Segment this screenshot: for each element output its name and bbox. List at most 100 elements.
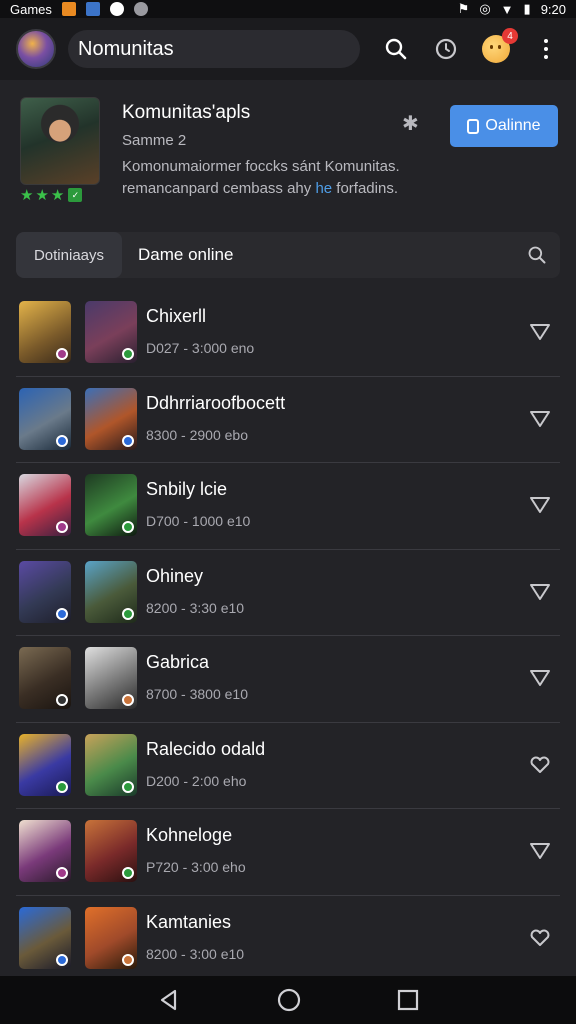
game-thumbnail[interactable] [19, 820, 71, 882]
game-thumbnail[interactable] [19, 474, 71, 536]
list-item-title: Ralecido odald [146, 738, 266, 759]
platform-badge-icon [56, 780, 68, 793]
list-item[interactable]: Chixerll D027 - 3:000 eno [16, 290, 560, 377]
status-bar: Games ⚑ ◎ ▼ ▮ 9:20 [0, 0, 576, 18]
list-item-title: Ohiney [146, 565, 204, 586]
recents-icon[interactable] [397, 989, 419, 1011]
back-icon[interactable] [157, 988, 181, 1012]
community-subtitle: Samme 2 [122, 132, 187, 149]
game-thumbnail[interactable] [85, 474, 137, 536]
community-title: Komunitas'apls [122, 102, 251, 123]
battery-icon: ▮ [523, 1, 531, 16]
star-icon: ★ [20, 187, 34, 204]
list-item[interactable]: Ralecido odald D200 - 2:00 eho [16, 723, 560, 809]
chevron-down-icon[interactable] [528, 841, 552, 861]
notification-app-icon [133, 2, 148, 16]
game-thumbnail[interactable] [19, 301, 71, 363]
more-dot-icon [544, 47, 548, 51]
history-icon [435, 38, 457, 60]
game-thumbnail[interactable] [85, 647, 137, 709]
platform-badge-icon [56, 867, 68, 879]
platform-badge-icon [56, 348, 68, 360]
description-line: Komonumaiormer foccks sánt Komunitas. [122, 158, 400, 175]
platform-badge-icon [122, 780, 134, 793]
app-avatar[interactable] [16, 29, 56, 69]
online-button[interactable]: Oalinne [450, 105, 558, 147]
platform-badge-icon [56, 953, 68, 966]
chevron-down-icon[interactable] [528, 495, 552, 515]
community-description: Komonumaiormer foccks sánt Komunitas. re… [122, 156, 442, 200]
list-item[interactable]: Kamtanies 8200 - 3:00 e10 [16, 896, 560, 982]
online-button-label: Oalinne [485, 117, 541, 134]
system-nav-bar [0, 976, 576, 1024]
profile-button[interactable]: 4 [482, 28, 518, 63]
search-icon [385, 38, 407, 60]
list-item-meta: D700 - 1000 e10 [146, 513, 251, 529]
chevron-down-icon[interactable] [528, 409, 552, 429]
platform-badge-icon [56, 607, 68, 620]
more-dot-icon [544, 39, 548, 43]
list-item-title: Snbily lcie [146, 479, 228, 499]
platform-badge-icon [122, 953, 134, 966]
list-item-meta: P720 - 3:00 eho [146, 859, 246, 875]
filter-search-button[interactable] [526, 244, 548, 266]
game-thumbnail[interactable] [19, 387, 71, 450]
game-thumbnail[interactable] [19, 647, 71, 709]
vibrate-icon: ⚑ [457, 1, 470, 16]
filter-chip[interactable]: Dotiniaays [16, 232, 122, 278]
history-button[interactable] [432, 35, 460, 63]
list-item-title: Ddhrria­roofbocett [146, 392, 286, 413]
list-item-meta: D027 - 3:000 eno [146, 340, 255, 356]
game-thumbnail[interactable] [85, 733, 137, 796]
search-text: Nomunitas [78, 37, 174, 60]
lock-icon [467, 118, 480, 134]
search-field[interactable]: Nomunitas [68, 30, 360, 68]
platform-badge-icon [122, 607, 134, 620]
list-item[interactable]: Ohiney 8200 - 3:30 e10 [16, 550, 560, 636]
community-hero-image [20, 97, 100, 185]
list-item[interactable]: Gabrica 8700 - 3800 e10 [16, 636, 560, 723]
platform-badge-icon [122, 434, 134, 447]
heart-icon[interactable] [528, 755, 552, 775]
list-item-title: Chixerll [146, 306, 207, 326]
filter-label: Dame online [138, 245, 234, 264]
puzzle-icon[interactable]: ✱ [402, 111, 419, 136]
game-thumbnail[interactable] [19, 560, 71, 623]
game-thumbnail[interactable] [85, 820, 137, 882]
description-highlight[interactable]: he [315, 180, 332, 197]
platform-badge-icon [122, 694, 134, 706]
platform-badge-icon [56, 521, 68, 533]
rating-stars: ★ ★ ★ ✓ [20, 186, 83, 204]
more-menu-button[interactable] [532, 35, 560, 63]
more-dot-icon [544, 55, 548, 59]
description-line: remancanpard cembass ahy he forfadins. [122, 178, 442, 200]
platform-badge-icon [122, 521, 134, 533]
chevron-down-icon[interactable] [528, 668, 552, 688]
star-icon: ★ [35, 187, 49, 204]
chevron-down-icon[interactable] [528, 582, 552, 602]
description-text: remancanpard cembass ahy [122, 180, 312, 197]
search-button[interactable] [382, 35, 410, 63]
notification-app-icon [61, 2, 76, 16]
heart-icon[interactable] [528, 928, 552, 948]
filter-chip-label: Dotiniaays [33, 246, 105, 264]
game-thumbnail[interactable] [85, 301, 137, 363]
platform-badge-icon [122, 867, 134, 879]
game-thumbnail[interactable] [85, 560, 137, 623]
chevron-down-icon[interactable] [528, 322, 552, 342]
home-icon[interactable] [276, 987, 302, 1013]
game-thumbnail[interactable] [19, 733, 71, 796]
game-thumbnail[interactable] [85, 906, 137, 969]
status-time: 9:20 [540, 1, 566, 17]
game-thumbnail[interactable] [85, 387, 137, 450]
wifi-icon: ▼ [500, 1, 514, 17]
game-thumbnail[interactable] [19, 906, 71, 969]
list-item[interactable]: Snbily lcie D700 - 1000 e10 [16, 463, 560, 550]
list-item-meta: 8200 - 3:30 e10 [146, 599, 245, 616]
notification-badge: 4 [502, 28, 518, 44]
notification-app-icon [85, 2, 100, 16]
community-list: Chixerll D027 - 3:000 eno Ddhrria­roofboce… [0, 290, 576, 982]
notification-app-icon [109, 2, 124, 16]
list-item[interactable]: Ddhrria­roofbocett 8300 - 2900 ebo [16, 377, 560, 463]
list-item[interactable]: Kohneloge P720 - 3:00 eho [16, 809, 560, 896]
